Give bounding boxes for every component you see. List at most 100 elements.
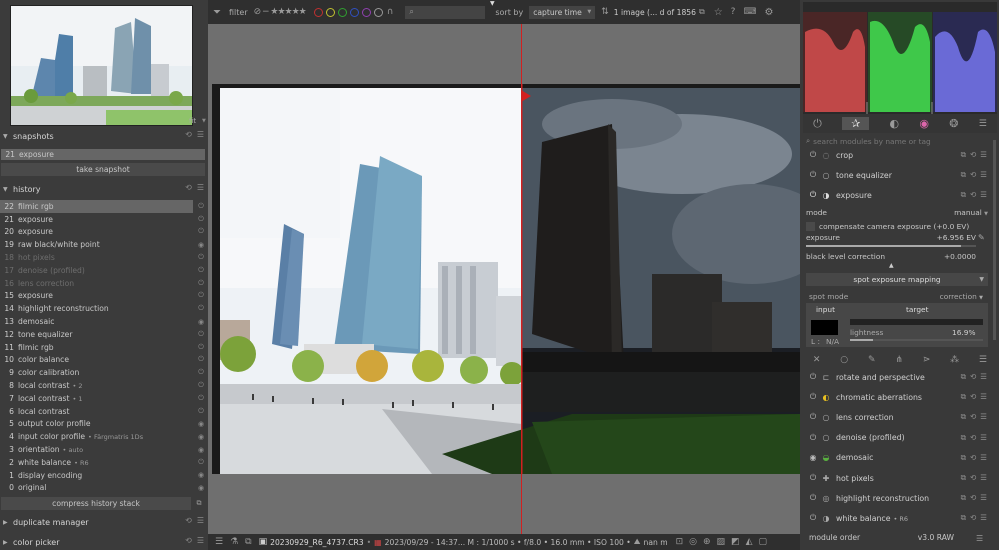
power-icon[interactable]: ⏻	[807, 473, 819, 483]
uniform-blend-icon[interactable]: ○	[840, 355, 848, 365]
multi-instance-icon[interactable]: ⧉	[961, 372, 966, 382]
history-item[interactable]: 12 tone equalizer ⏻	[0, 328, 208, 341]
power-icon[interactable]: ⏻	[807, 493, 819, 503]
rating-filter[interactable]: ⊘ − ★★★★★	[254, 7, 307, 17]
take-snapshot-button[interactable]: take snapshot	[1, 163, 205, 176]
black-level-row[interactable]: black level correction +0.0000	[806, 252, 976, 262]
history-item[interactable]: 2 white balance • R6 ⏻	[0, 456, 208, 469]
lightness-slider[interactable]	[850, 339, 983, 341]
reset-icon[interactable]: ⟲	[970, 433, 976, 443]
yellow-label-icon[interactable]	[325, 7, 335, 17]
multi-instance-icon[interactable]: ⧉	[961, 170, 966, 180]
mask-presets-icon[interactable]: ☰	[979, 355, 987, 365]
collapse-top-panel-icon[interactable]: ▼	[490, 0, 495, 7]
red-label-icon[interactable]	[313, 7, 323, 17]
reset-icon[interactable]: ⟲	[185, 183, 192, 192]
spot-mode-row[interactable]: spot mode correction ▼	[809, 292, 983, 302]
color-label-filter[interactable]	[313, 7, 383, 17]
history-item[interactable]: 10 color balance ⏻	[0, 354, 208, 367]
favorites-star-icon[interactable]: ✰	[842, 117, 870, 130]
history-item[interactable]: 6 local contrast ⏻	[0, 405, 208, 418]
power-icon[interactable]: ⏻	[807, 150, 819, 160]
histogram[interactable]	[803, 2, 997, 114]
filter-funnel-icon[interactable]: ⏷	[213, 7, 221, 18]
reset-icon[interactable]: ⟲	[185, 130, 192, 139]
module-item[interactable]: ⏻ ○ lens correction ⧉ ⟲ ☰	[800, 407, 990, 427]
presets-icon[interactable]: ☰	[197, 516, 204, 525]
history-item[interactable]: 18 hot pixels ⏻	[0, 251, 208, 264]
presets-icon[interactable]: ☰	[980, 433, 987, 443]
presets-icon[interactable]: ☰	[980, 473, 987, 483]
reset-icon[interactable]: ⟲	[970, 412, 976, 422]
raster-mask-icon[interactable]: ⁂	[950, 355, 959, 365]
module-item[interactable]: ⏻ ◑ white balance • R6 ⧉ ⟲ ☰	[800, 508, 990, 528]
overexposed-icon[interactable]: ◩	[731, 537, 740, 547]
power-icon[interactable]: ⏻	[807, 513, 819, 523]
history-item[interactable]: 19 raw black/white point ◉	[0, 238, 208, 251]
history-item[interactable]: 9 color calibration ⏻	[0, 366, 208, 379]
module-item[interactable]: ⏻ ⊏ rotate and perspective ⧉ ⟲ ☰	[800, 367, 990, 387]
reset-icon[interactable]: ⟲	[185, 516, 192, 525]
bulb-icon[interactable]: ◎	[689, 537, 697, 547]
multi-instance-icon[interactable]: ⧉	[961, 392, 966, 402]
power-icon[interactable]: ⏻	[807, 433, 819, 443]
presets-icon[interactable]: ☰	[980, 493, 987, 503]
multi-instance-icon[interactable]: ⧉	[961, 493, 966, 503]
keyboard-icon[interactable]: ⌨	[743, 7, 756, 17]
truncate-history-icon[interactable]: ⧉	[193, 499, 205, 509]
sort-order-icon[interactable]: ⇅	[601, 7, 609, 17]
history-item[interactable]: 0 original ◉	[0, 482, 208, 495]
slider-marker-icon[interactable]: ▲	[889, 262, 894, 269]
nav-zoom-label[interactable]: fit	[189, 117, 196, 125]
input-swatch[interactable]	[811, 320, 838, 335]
multi-instance-icon[interactable]: ⧉	[961, 473, 966, 483]
history-item[interactable]: 7 local contrast • 1 ⏻	[0, 392, 208, 405]
history-header[interactable]: ▼ history ⟲ ☰	[0, 181, 208, 197]
color-picker-icon[interactable]: ✎	[978, 233, 985, 242]
multi-instance-icon[interactable]: ⧉	[961, 453, 966, 463]
power-icon[interactable]: ⏻	[807, 170, 819, 180]
history-item[interactable]: 16 lens correction ⏻	[0, 277, 208, 290]
presets-icon[interactable]: ☰	[976, 534, 983, 543]
presets-icon[interactable]: ☰	[980, 412, 987, 422]
module-crop[interactable]: ⏻ ◌ crop ⧉ ⟲ ☰	[800, 145, 990, 165]
drawn-parametric-icon[interactable]: ⋗	[923, 355, 931, 365]
reset-icon[interactable]: ⟲	[185, 536, 192, 545]
reset-icon[interactable]: ⟲	[970, 493, 976, 503]
presets-icon[interactable]: ☰	[980, 453, 987, 463]
second-window-icon[interactable]: ▢	[759, 537, 768, 547]
menu-icon[interactable]: ☰	[215, 537, 223, 547]
exposure-slider-row[interactable]: exposure +6.956 EV	[806, 233, 976, 243]
history-item[interactable]: 15 exposure ⏻	[0, 290, 208, 303]
compensate-checkbox[interactable]	[806, 221, 815, 231]
power-icon[interactable]: ⏻	[807, 412, 819, 422]
reset-icon[interactable]: ⟲	[970, 473, 976, 483]
snapshots-header[interactable]: ▼ snapshots ⟲ ☰	[0, 128, 208, 144]
gear-icon[interactable]: ⚙	[764, 7, 773, 18]
styles-icon[interactable]: ⧉	[245, 537, 251, 547]
right-panel-scrollbar[interactable]	[993, 140, 996, 340]
presets-icon[interactable]: ☰	[197, 536, 204, 545]
spot-exposure-header[interactable]: spot exposure mapping ▼	[806, 273, 988, 286]
snapshot-item[interactable]: 21 exposure	[1, 149, 205, 160]
history-item[interactable]: 1 display encoding ◉	[0, 469, 208, 482]
compress-history-button[interactable]: compress history stack	[1, 497, 191, 510]
power-icon[interactable]: ⏻	[807, 190, 819, 200]
star-icon[interactable]: ☆	[714, 7, 723, 18]
history-item[interactable]: 17 denoise (profiled) ⏻	[0, 264, 208, 277]
module-exposure[interactable]: ⏻ ◑ exposure ⧉ ⟲ ☰	[800, 185, 990, 205]
module-item[interactable]: ⏻ ✚ hot pixels ⧉ ⟲ ☰	[800, 468, 990, 488]
color-picker-header[interactable]: ▶ color picker ⟲ ☰	[0, 534, 208, 550]
zoom-chevron-icon[interactable]: ▼	[202, 118, 206, 124]
green-label-icon[interactable]	[337, 7, 347, 17]
blue-label-icon[interactable]	[349, 7, 359, 17]
help-icon[interactable]: ?	[731, 7, 736, 17]
power-icon[interactable]: ⏻	[807, 372, 819, 382]
always-on-icon[interactable]: ◉	[807, 453, 819, 462]
module-order-row[interactable]: module order v3.0 RAW	[809, 533, 984, 545]
focus-peaking-icon[interactable]: ⊡	[676, 537, 684, 547]
history-item[interactable]: 8 local contrast • 2 ⏻	[0, 379, 208, 392]
collection-icon[interactable]: ⧉	[699, 7, 705, 17]
active-modules-power-icon[interactable]: ⏻	[813, 117, 822, 131]
presets-icon[interactable]: ☰	[980, 170, 987, 180]
